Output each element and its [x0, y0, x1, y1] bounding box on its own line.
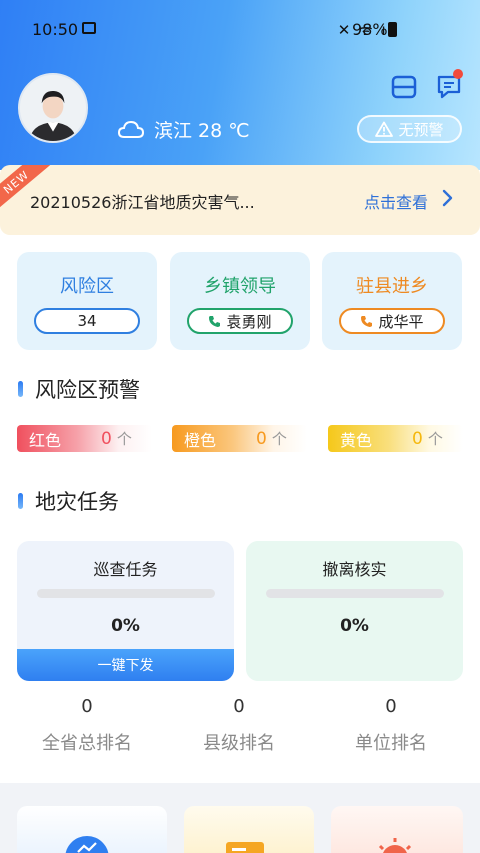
- weather-text: 滨江 28 ℃: [154, 119, 250, 142]
- risk-zone-value: 34: [77, 312, 97, 330]
- level-yellow-unit: 个: [427, 430, 443, 448]
- county-stationed-name: 成华平: [378, 312, 424, 331]
- risk-zone-card[interactable]: 风险区 34: [17, 252, 157, 350]
- evacuation-task-card[interactable]: 撤离核实 0%: [246, 541, 463, 681]
- county-stationed-card[interactable]: 驻县进乡 成华平: [322, 252, 462, 350]
- section-bar: [18, 381, 23, 397]
- weather: 滨江 28 ℃: [118, 116, 250, 142]
- level-yellow[interactable]: 黄色 0 个: [328, 425, 463, 452]
- view-details-link[interactable]: 点击查看: [364, 189, 428, 213]
- level-orange[interactable]: 橙色 0 个: [172, 425, 307, 452]
- unit-rank[interactable]: 0 单位排名: [321, 696, 461, 755]
- patrol-task-progress: [37, 589, 215, 598]
- level-orange-count: 0: [256, 428, 267, 449]
- patrol-task-card[interactable]: 巡查任务 0% 一键下发: [17, 541, 234, 681]
- county-stationed-title: 驻县进乡: [356, 276, 428, 297]
- county-rank-label: 县级排名: [203, 733, 275, 754]
- scan-icon[interactable]: [391, 75, 417, 99]
- level-orange-unit: 个: [271, 430, 287, 448]
- disaster-tasks-section-title: 地灾任务: [18, 486, 119, 516]
- level-red-label: 红色: [29, 430, 62, 450]
- evacuation-task-title: 撤离核实: [322, 560, 387, 579]
- level-yellow-count: 0: [412, 428, 423, 449]
- notification-dot: [453, 69, 463, 79]
- province-rank-value: 0: [81, 696, 93, 717]
- gallery-icon: [82, 22, 96, 34]
- province-rank-label: 全省总排名: [42, 733, 132, 754]
- county-rank-value: 0: [233, 696, 245, 717]
- unit-rank-value: 0: [385, 696, 397, 717]
- cloud-icon: [118, 120, 144, 138]
- folder-icon: [226, 842, 264, 853]
- chevron-right-icon[interactable]: [440, 188, 454, 208]
- sun-icon: [378, 838, 412, 853]
- level-red-count: 0: [101, 428, 112, 449]
- chart-icon: [65, 836, 109, 853]
- avatar[interactable]: [18, 73, 88, 143]
- risk-warning-title: 风险区预警: [35, 378, 140, 402]
- warning-icon: [375, 121, 394, 137]
- province-rank[interactable]: 0 全省总排名: [17, 696, 157, 755]
- section-bar: [18, 493, 23, 509]
- township-leader-card[interactable]: 乡镇领导 袁勇刚: [170, 252, 310, 350]
- township-leader-call[interactable]: 袁勇刚: [187, 308, 293, 334]
- unit-rank-label: 单位排名: [355, 733, 427, 754]
- patrol-task-percent: 0%: [111, 616, 140, 636]
- notice-bar[interactable]: NEW 20210526浙江省地质灾害气... 点击查看: [0, 165, 480, 235]
- township-leader-title: 乡镇领导: [204, 276, 276, 297]
- battery-icon: [388, 22, 397, 37]
- level-red[interactable]: 红色 0 个: [17, 425, 152, 452]
- level-red-unit: 个: [116, 430, 132, 448]
- status-time: 10:50: [32, 20, 79, 39]
- county-stationed-call[interactable]: 成华平: [339, 308, 445, 334]
- risk-zone-title: 风险区: [60, 276, 114, 297]
- disaster-tasks-title: 地灾任务: [35, 490, 119, 514]
- dispatch-button[interactable]: 一键下发: [17, 649, 234, 681]
- phone-icon: [209, 315, 221, 327]
- battery-percent: 98%: [352, 20, 388, 39]
- township-leader-name: 袁勇刚: [226, 312, 272, 331]
- level-orange-label: 橙色: [184, 430, 217, 450]
- evacuation-task-progress: [266, 589, 444, 598]
- evacuation-task-percent: 0%: [340, 616, 369, 636]
- person-icon: [20, 75, 86, 141]
- notice-text: 20210526浙江省地质灾害气...: [30, 193, 255, 212]
- patrol-task-title: 巡查任务: [93, 560, 158, 579]
- warning-status-badge[interactable]: 无预警: [357, 115, 462, 143]
- county-rank[interactable]: 0 县级排名: [169, 696, 309, 755]
- phone-icon: [361, 315, 373, 327]
- risk-zone-count: 34: [34, 308, 140, 334]
- status-bar: 10:50 ✕ ᯤ ıll 98%: [0, 0, 480, 60]
- warning-status-label: 无预警: [398, 120, 444, 139]
- risk-warning-section-title: 风险区预警: [18, 374, 140, 404]
- level-yellow-label: 黄色: [340, 430, 373, 450]
